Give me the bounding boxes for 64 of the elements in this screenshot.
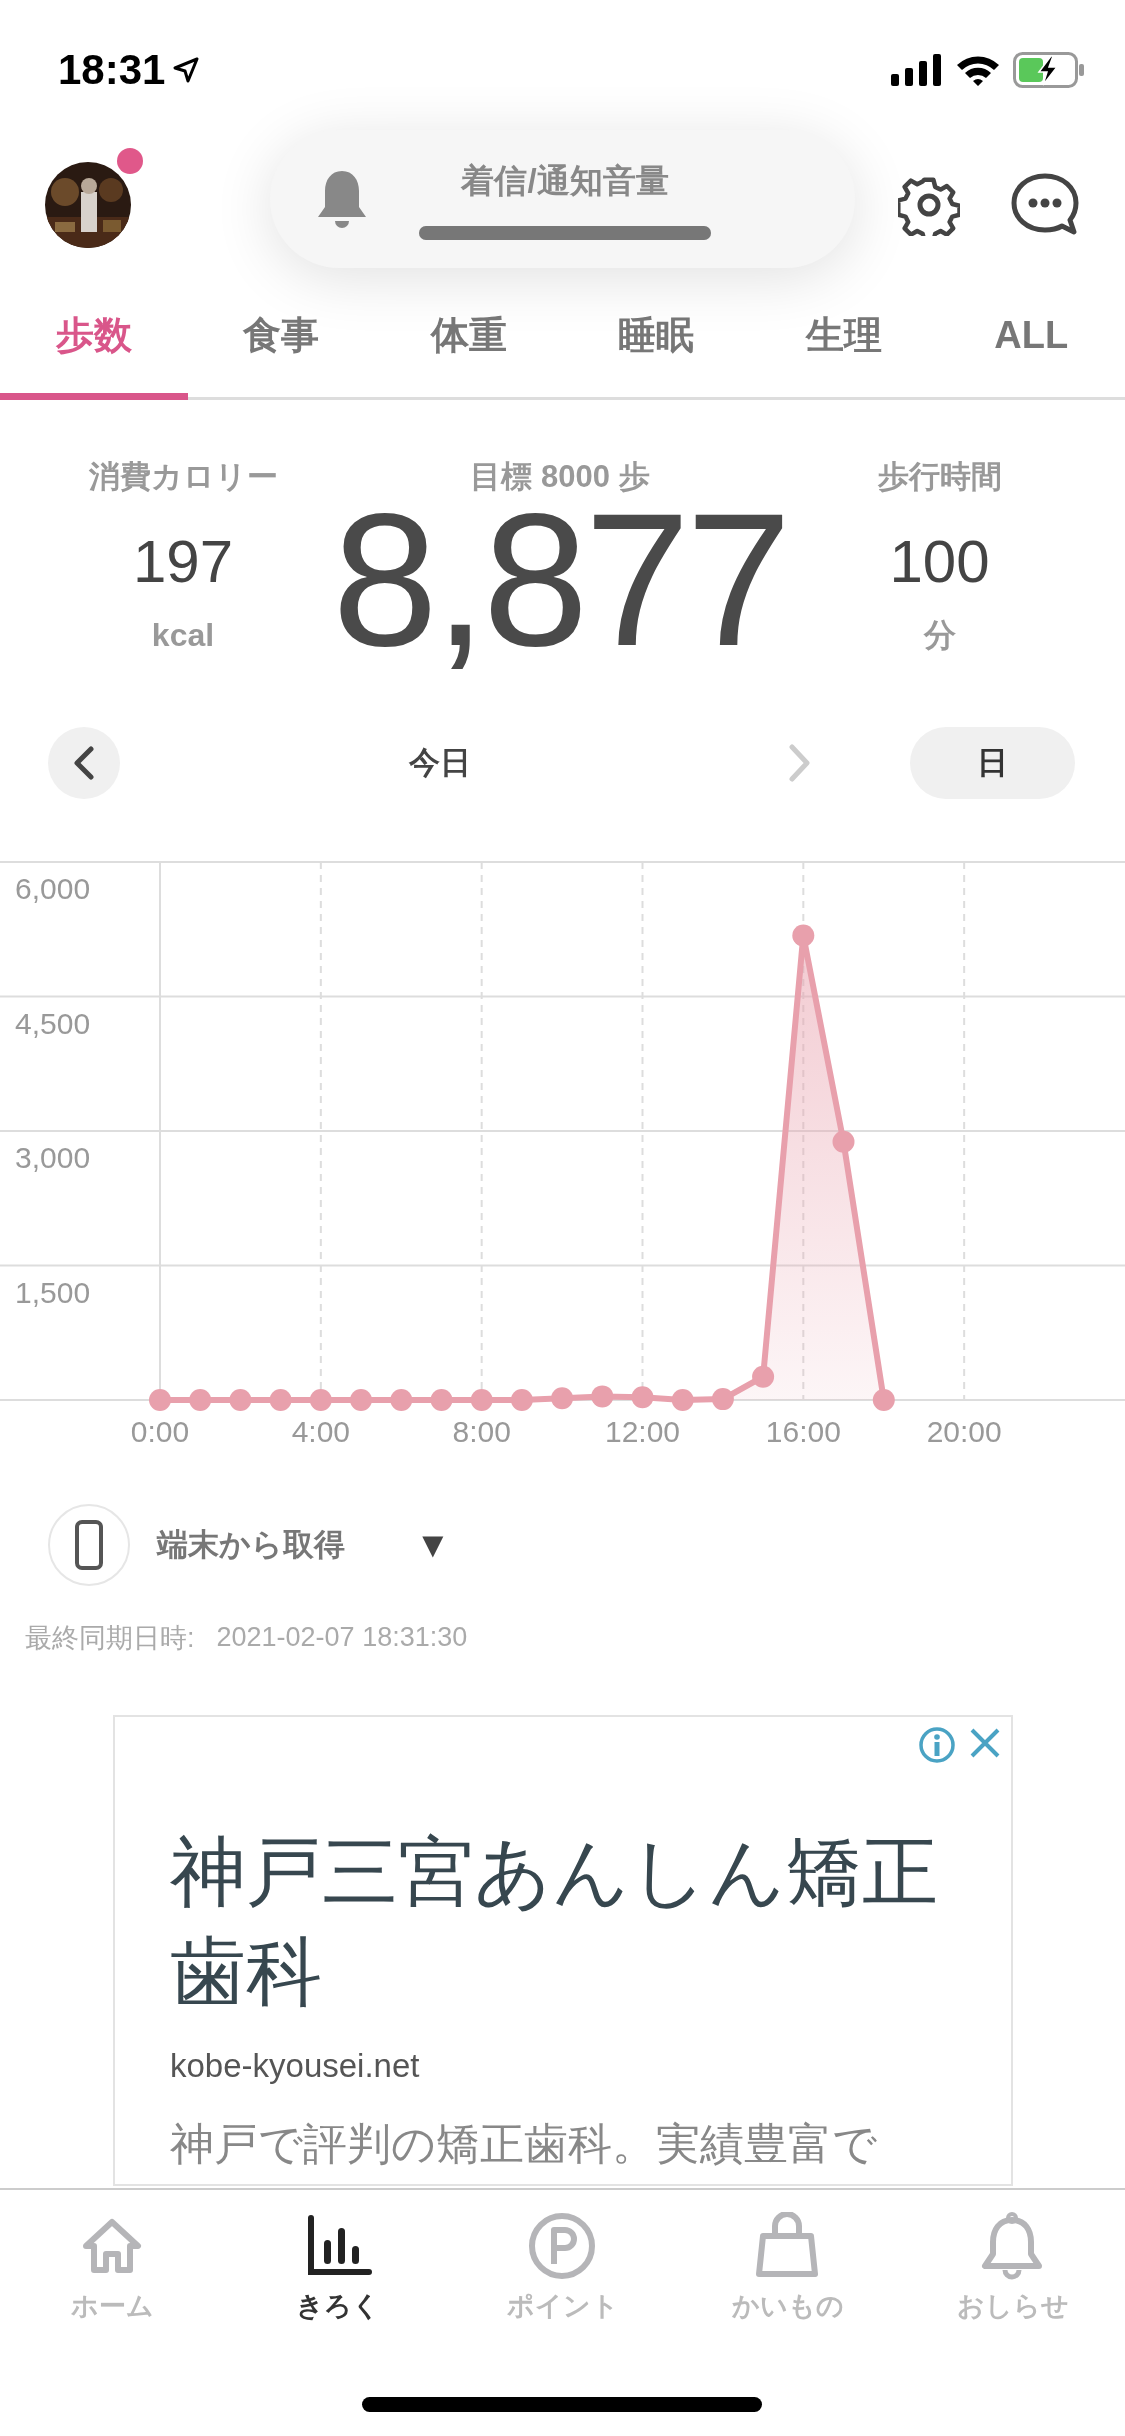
category-tab[interactable]: 歩数 — [0, 270, 188, 400]
stat-unit: kcal — [151, 616, 215, 655]
category-tab[interactable]: 体重 — [375, 270, 563, 400]
x-axis-label: 12:00 — [604, 1415, 681, 1448]
signal-icon — [891, 54, 943, 86]
device-button[interactable] — [48, 1504, 130, 1586]
wifi-icon — [955, 53, 1001, 87]
y-axis-label: 3,000 — [15, 1141, 91, 1174]
data-point — [832, 1130, 855, 1153]
source-label: 端末から取得 — [157, 1526, 345, 1564]
battery-icon — [1013, 52, 1085, 88]
x-axis-label: 8:00 — [452, 1415, 511, 1448]
settings-icon[interactable] — [898, 174, 960, 236]
data-point — [631, 1386, 654, 1409]
data-point — [671, 1389, 694, 1411]
phone-icon — [74, 1519, 104, 1571]
data-point — [551, 1387, 574, 1410]
data-point — [350, 1389, 372, 1411]
chat-bubble-icon[interactable] — [1010, 172, 1080, 238]
ad-banner[interactable]: 神戸三宮あんしん矯正歯科 kobe-kyousei.net 神戸で評判の矯正歯科。実績豊富で — [113, 1715, 1013, 2186]
x-axis-label: 0:00 — [130, 1415, 190, 1448]
ad-description: 神戸で評判の矯正歯科。実績豊富で — [170, 2118, 878, 2170]
sync-time: 2021-02-07 18:31:30 — [216, 1622, 468, 1653]
stat-unit: 分 — [923, 616, 956, 655]
data-point — [269, 1389, 292, 1411]
stat-value: 100 — [889, 527, 990, 597]
data-point — [390, 1389, 413, 1411]
volume-label: 着信/通知音量 — [461, 160, 669, 201]
info-icon[interactable] — [917, 1725, 957, 1765]
category-tab[interactable]: 生理 — [750, 270, 938, 400]
period-button[interactable]: 日 — [910, 726, 1075, 799]
data-point — [149, 1389, 171, 1411]
location-arrow-icon — [173, 57, 200, 83]
dropdown-caret[interactable]: ▼ — [415, 1524, 451, 1566]
category-tab[interactable]: ALL — [937, 270, 1125, 400]
date-label: 今日 — [409, 743, 471, 782]
data-point — [872, 1389, 895, 1411]
data-point — [792, 924, 815, 947]
data-point — [229, 1389, 252, 1411]
category-tab[interactable]: 食事 — [187, 270, 375, 400]
ad-headline: 神戸三宮あんしん矯正歯科 — [170, 1828, 939, 2016]
x-axis-label: 4:00 — [291, 1415, 351, 1448]
data-point — [711, 1388, 734, 1411]
clock-time: 18:31 — [58, 46, 166, 94]
data-point — [752, 1365, 775, 1388]
p-coin-icon — [527, 2212, 598, 2280]
ad-url: kobe-kyousei.net — [170, 2047, 421, 2085]
data-point — [470, 1389, 493, 1411]
sync-label: 最終同期日時: — [25, 1621, 195, 1655]
data-point — [591, 1385, 614, 1408]
data-point — [430, 1389, 453, 1411]
data-point — [510, 1389, 533, 1411]
x-axis-label: 20:00 — [926, 1415, 1002, 1448]
stat-label: 歩行時間 — [877, 458, 1002, 496]
y-axis-label: 1,500 — [15, 1275, 91, 1309]
nav-tab[interactable]: きろく — [225, 2190, 450, 2340]
stat-label: 消費カロリー — [88, 458, 278, 496]
x-axis-label: 16:00 — [765, 1415, 841, 1448]
y-axis-label: 4,500 — [15, 1006, 91, 1040]
stat-value: 197 — [132, 527, 234, 597]
category-tab[interactable]: 睡眠 — [562, 270, 750, 400]
data-point — [189, 1389, 212, 1411]
data-point — [309, 1389, 332, 1411]
y-axis-label: 6,000 — [15, 872, 91, 905]
